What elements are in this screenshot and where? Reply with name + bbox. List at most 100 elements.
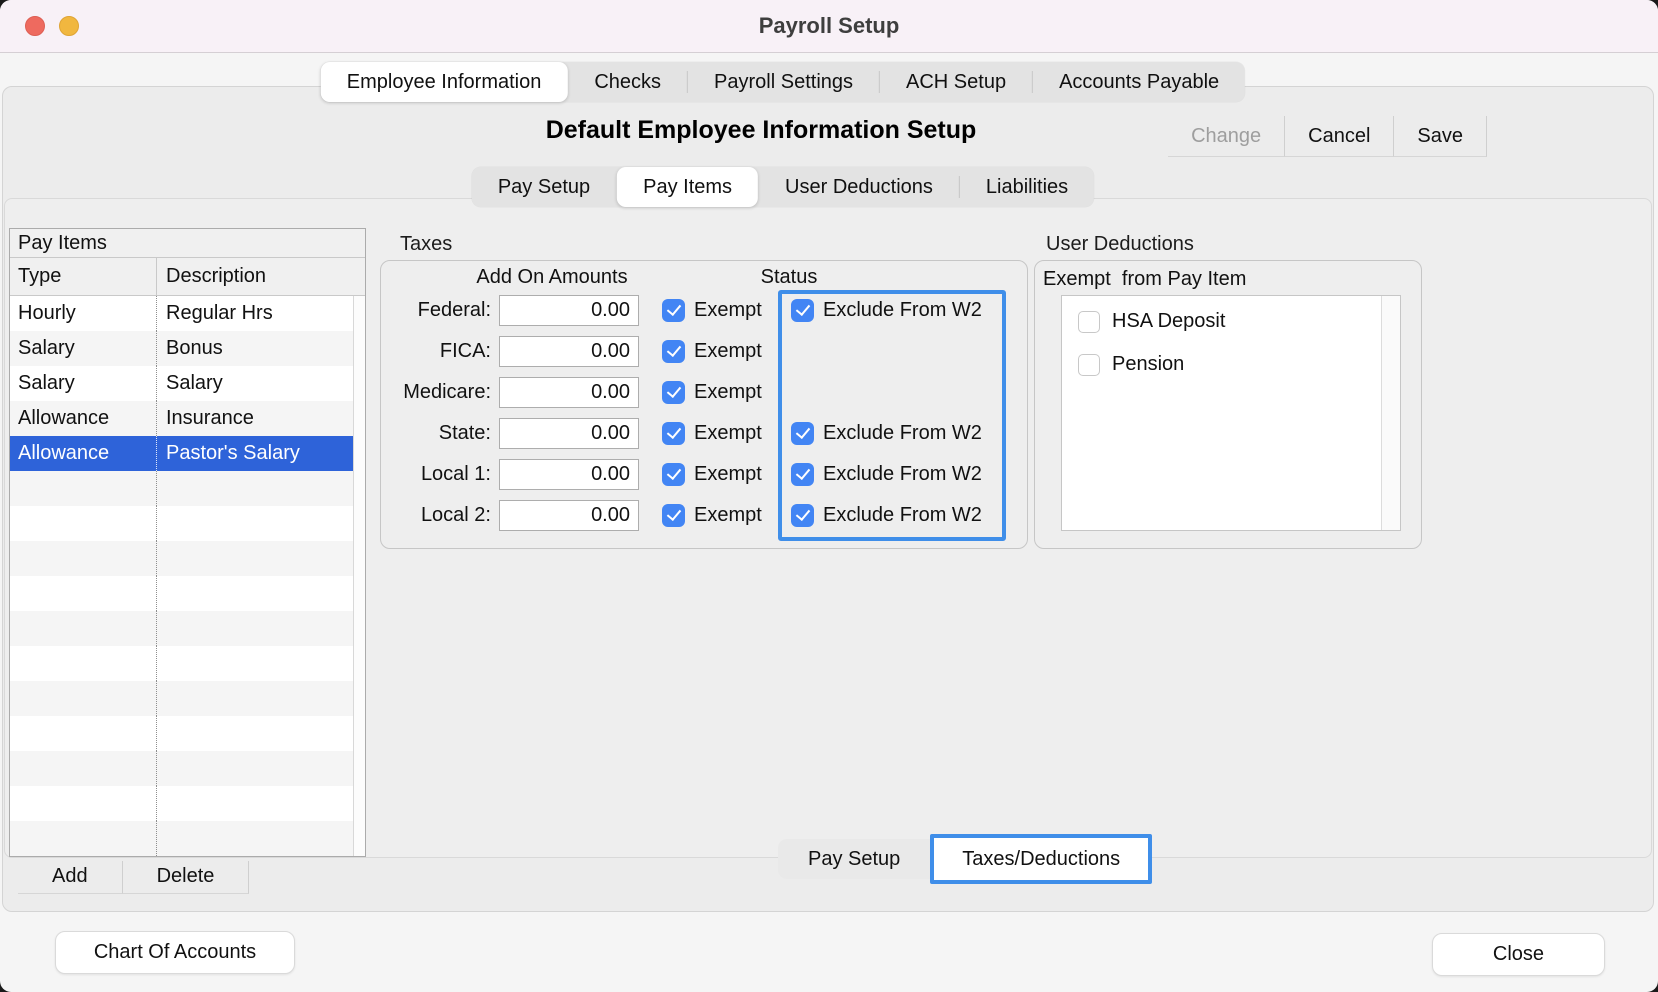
deduction-label: HSA Deposit	[1112, 310, 1225, 333]
table-row-empty[interactable]	[10, 716, 353, 751]
cell-description: Pastor's Salary	[156, 436, 353, 471]
cell-description: Insurance	[156, 401, 353, 436]
checkbox-checked-icon[interactable]	[791, 504, 814, 527]
cell-description	[156, 751, 353, 786]
deduction-label: Pension	[1112, 353, 1184, 376]
exempt-label: Exempt	[694, 463, 762, 486]
exempt-label: Exempt	[694, 381, 762, 404]
amount-input[interactable]	[499, 459, 639, 490]
table-row-empty[interactable]	[10, 786, 353, 821]
amount-input[interactable]	[499, 418, 639, 449]
cell-type	[10, 751, 156, 786]
table-row-empty[interactable]	[10, 541, 353, 576]
cell-description	[156, 506, 353, 541]
bottom-tab-bar: Pay SetupTaxes/Deductions	[778, 834, 1152, 884]
save-button[interactable]: Save	[1394, 116, 1487, 157]
bottom-tab-pay-setup[interactable]: Pay Setup	[778, 839, 930, 879]
tax-label: Federal:	[381, 299, 491, 322]
column-header-type[interactable]: Type	[10, 258, 156, 295]
tab-ach-setup[interactable]: ACH Setup	[880, 62, 1032, 102]
cell-type: Hourly	[10, 296, 156, 331]
exclude-w2-label: Exclude From W2	[823, 422, 982, 445]
tab-employee-information[interactable]: Employee Information	[321, 62, 568, 102]
checkbox-checked-icon[interactable]	[791, 422, 814, 445]
exempt-from-pay-item-label: Exempt from Pay Item	[1043, 268, 1246, 291]
tax-label: Local 1:	[381, 463, 491, 486]
table-row[interactable]: HourlyRegular Hrs	[10, 296, 353, 331]
cell-description	[156, 716, 353, 751]
chart-of-accounts-button[interactable]: Chart Of Accounts	[55, 931, 295, 974]
checkbox-checked-icon[interactable]	[791, 463, 814, 486]
tab-accounts-payable[interactable]: Accounts Payable	[1033, 62, 1245, 102]
window-title: Payroll Setup	[0, 0, 1658, 52]
amount-input[interactable]	[499, 295, 639, 326]
subtab-liabilities[interactable]: Liabilities	[960, 167, 1094, 207]
exempt-checkbox-cell[interactable]: Exempt	[662, 340, 762, 363]
cell-type: Allowance	[10, 401, 156, 436]
checkbox-checked-icon[interactable]	[662, 381, 685, 404]
exempt-checkbox-cell[interactable]: Exempt	[662, 504, 762, 527]
tax-row-federal: Federal: Exempt Exclude From W2	[381, 294, 1027, 326]
table-row-empty[interactable]	[10, 611, 353, 646]
exempt-checkbox-cell[interactable]: Exempt	[662, 381, 762, 404]
payroll-setup-window: Payroll Setup Employee InformationChecks…	[0, 0, 1658, 992]
exempt-label: Exempt	[694, 422, 762, 445]
table-row[interactable]: AllowanceInsurance	[10, 401, 353, 436]
page-title: Default Employee Information Setup	[546, 116, 977, 145]
close-button[interactable]: Close	[1432, 933, 1605, 976]
add-button[interactable]: Add	[18, 861, 123, 894]
table-row[interactable]: SalarySalary	[10, 366, 353, 401]
table-row-empty[interactable]	[10, 681, 353, 716]
exclude-w2-checkbox-cell[interactable]: Exclude From W2	[791, 294, 982, 326]
table-scrollbar[interactable]	[353, 296, 365, 856]
column-header-description[interactable]: Description	[156, 258, 365, 295]
user-deductions-scrollbar[interactable]	[1381, 296, 1400, 530]
checkbox-checked-icon[interactable]	[662, 299, 685, 322]
checkbox-checked-icon[interactable]	[662, 340, 685, 363]
checkbox-unchecked-icon[interactable]	[1078, 311, 1100, 333]
exempt-label: Exempt	[694, 504, 762, 527]
checkbox-unchecked-icon[interactable]	[1078, 354, 1100, 376]
checkbox-checked-icon[interactable]	[662, 422, 685, 445]
deduction-item-pension[interactable]: Pension	[1078, 353, 1400, 376]
subtab-pay-items[interactable]: Pay Items	[617, 167, 758, 207]
exempt-checkbox-cell[interactable]: Exempt	[662, 422, 762, 445]
tab-payroll-settings[interactable]: Payroll Settings	[688, 62, 879, 102]
table-row-empty[interactable]	[10, 506, 353, 541]
checkbox-checked-icon[interactable]	[791, 299, 814, 322]
user-deductions-section-label: User Deductions	[1046, 233, 1194, 256]
table-row[interactable]: SalaryBonus	[10, 331, 353, 366]
table-row-empty[interactable]	[10, 576, 353, 611]
subtab-pay-setup[interactable]: Pay Setup	[472, 167, 616, 207]
exempt-checkbox-cell[interactable]: Exempt	[662, 299, 762, 322]
cell-type	[10, 576, 156, 611]
exclude-w2-checkbox-cell[interactable]: Exclude From W2	[791, 417, 982, 449]
amount-input[interactable]	[499, 500, 639, 531]
subtab-user-deductions[interactable]: User Deductions	[759, 167, 959, 207]
tab-checks[interactable]: Checks	[568, 62, 687, 102]
cell-type	[10, 506, 156, 541]
deduction-item-hsa-deposit[interactable]: HSA Deposit	[1078, 310, 1400, 333]
table-button-group: AddDelete	[18, 861, 249, 894]
exempt-checkbox-cell[interactable]: Exempt	[662, 463, 762, 486]
bottom-tab-taxes-deductions[interactable]: Taxes/Deductions	[930, 834, 1152, 884]
amount-input[interactable]	[499, 336, 639, 367]
cell-type	[10, 611, 156, 646]
table-row-empty[interactable]	[10, 751, 353, 786]
table-row[interactable]: AllowancePastor's Salary	[10, 436, 353, 471]
exclude-w2-checkbox-cell[interactable]: Exclude From W2	[791, 458, 982, 490]
delete-button[interactable]: Delete	[123, 861, 250, 894]
amount-input[interactable]	[499, 377, 639, 408]
table-row-empty[interactable]	[10, 821, 353, 856]
cancel-button[interactable]: Cancel	[1285, 116, 1394, 157]
add-on-amounts-header: Add On Amounts	[467, 266, 637, 289]
checkbox-checked-icon[interactable]	[662, 504, 685, 527]
table-row-empty[interactable]	[10, 471, 353, 506]
checkbox-checked-icon[interactable]	[662, 463, 685, 486]
exclude-w2-checkbox-cell[interactable]: Exclude From W2	[791, 499, 982, 531]
cell-description	[156, 541, 353, 576]
table-column-header: Type Description	[10, 258, 365, 296]
change-button[interactable]: Change	[1168, 116, 1285, 157]
exclude-w2-label: Exclude From W2	[823, 504, 982, 527]
table-row-empty[interactable]	[10, 646, 353, 681]
